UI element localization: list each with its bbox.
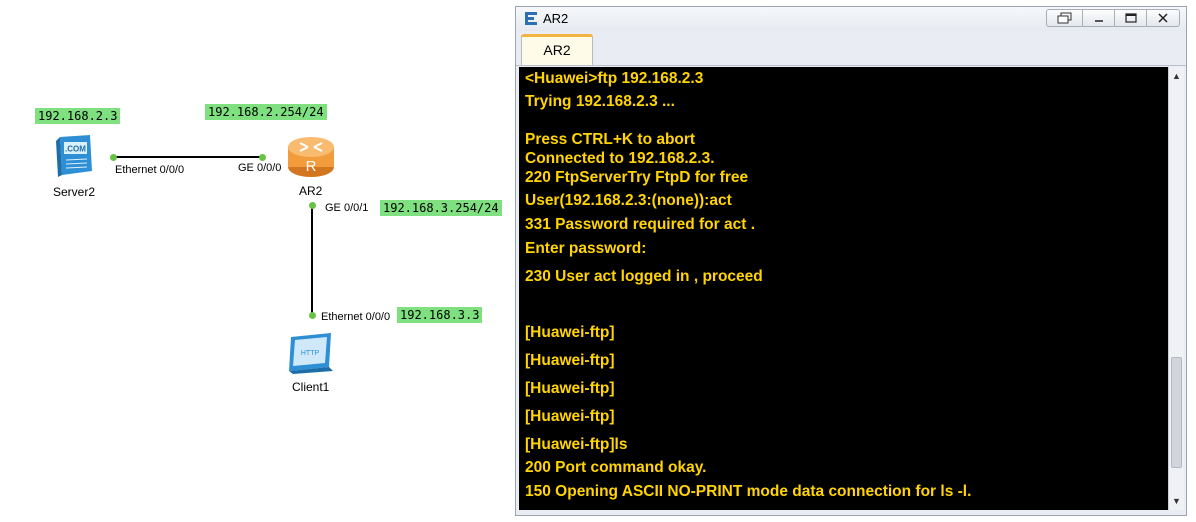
- title-bar[interactable]: AR2: [516, 7, 1186, 31]
- console-line: Enter password:: [525, 240, 647, 257]
- console-line: User(192.168.2.3:(none)):act: [525, 192, 732, 209]
- server-icon[interactable]: .COM: [54, 133, 94, 179]
- window-title: AR2: [543, 11, 569, 26]
- topology-canvas: 192.168.2.3 192.168.2.254/24 192.168.3.2…: [0, 0, 515, 522]
- port-dot-client[interactable]: [309, 312, 316, 319]
- port-label-router-ge001: GE 0/0/1: [325, 202, 369, 214]
- console-line: 150 Opening ASCII NO-PRINT mode data con…: [525, 483, 972, 500]
- maximize-icon[interactable]: [1114, 9, 1146, 27]
- minimize-icon[interactable]: [1082, 9, 1114, 27]
- ensp-app-icon: [524, 11, 538, 27]
- ip-label-client: 192.168.3.3: [397, 307, 483, 323]
- console-line: <Huawei>ftp 192.168.2.3: [525, 70, 704, 87]
- scrollbar-thumb[interactable]: [1171, 357, 1182, 468]
- console-line: [Huawei-ftp]: [525, 324, 615, 341]
- ip-label-server: 192.168.2.3: [35, 108, 121, 124]
- client-label: Client1: [292, 380, 330, 394]
- router-icon-text: R: [306, 158, 317, 175]
- link-router-client[interactable]: [311, 205, 313, 315]
- console-line: 220 FtpServerTry FtpD for free: [525, 169, 749, 186]
- client-icon[interactable]: HTTP: [287, 331, 335, 375]
- server-label: Server2: [53, 185, 96, 199]
- link-server-router[interactable]: [113, 156, 265, 158]
- window-controls: [1046, 9, 1180, 27]
- console-line: Connected to 192.168.2.3.: [525, 150, 715, 167]
- port-label-client: Ethernet 0/0/0: [321, 311, 391, 323]
- scroll-up-icon[interactable]: ▲: [1169, 68, 1184, 84]
- tab-ar2[interactable]: AR2: [521, 34, 593, 65]
- port-dot-server[interactable]: [110, 154, 117, 161]
- scroll-down-icon[interactable]: ▼: [1169, 493, 1184, 509]
- console-line: Trying 192.168.2.3 ...: [525, 93, 675, 110]
- close-icon[interactable]: [1146, 9, 1180, 27]
- ip-label-router-ge001: 192.168.3.254/24: [380, 200, 502, 216]
- console-line: 331 Password required for act .: [525, 216, 756, 233]
- console-line: 200 Port command okay.: [525, 459, 707, 476]
- port-label-router-ge000: GE 0/0/0: [238, 162, 282, 174]
- ip-label-router-ge000: 192.168.2.254/24: [205, 104, 327, 120]
- port-dot-router-ge000[interactable]: [259, 154, 266, 161]
- port-label-server: Ethernet 0/0/0: [115, 164, 185, 176]
- console-line: [Huawei-ftp]: [525, 380, 615, 397]
- console-line: 230 User act logged in , proceed: [525, 268, 763, 285]
- console-output[interactable]: <Huawei>ftp 192.168.2.3 Trying 192.168.2…: [519, 67, 1168, 510]
- tab-ar2-label: AR2: [543, 42, 571, 58]
- server-icon-text: .COM: [65, 145, 86, 154]
- port-dot-router-ge001[interactable]: [309, 202, 316, 209]
- console-line: Press CTRL+K to abort: [525, 131, 696, 148]
- router-icon[interactable]: R: [286, 131, 336, 181]
- console-line: [Huawei-ftp]ls: [525, 436, 628, 453]
- console-line: [Huawei-ftp]: [525, 352, 615, 369]
- terminal-window: AR2 AR2 <Huawei>ftp 192.168.2.3 Trying 1…: [515, 6, 1187, 516]
- client-icon-text: HTTP: [301, 350, 320, 357]
- restore-icon[interactable]: [1046, 9, 1082, 27]
- tab-bar: AR2: [516, 31, 1186, 66]
- console-line: [Huawei-ftp]: [525, 408, 615, 425]
- console-scrollbar[interactable]: ▲ ▼: [1168, 67, 1184, 510]
- router-label: AR2: [299, 184, 323, 198]
